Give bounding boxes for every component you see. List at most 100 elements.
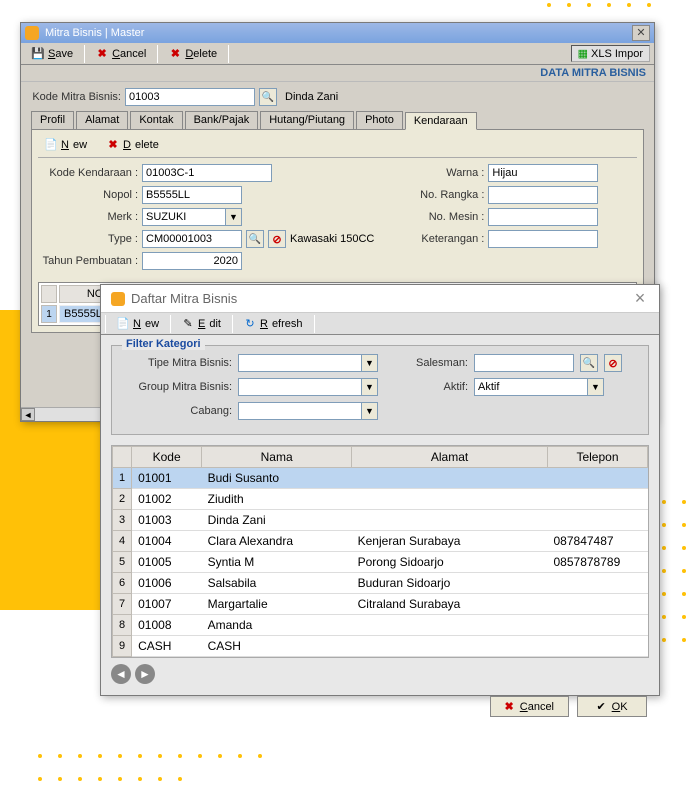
group-label: Group Mitra Bisnis: bbox=[122, 381, 232, 393]
tipe-combo[interactable]: ▼ bbox=[238, 354, 378, 372]
no-rangka-label: No. Rangka : bbox=[404, 189, 484, 201]
tahun-label: Tahun Pembuatan : bbox=[38, 255, 138, 267]
tab-profil[interactable]: Profil bbox=[31, 111, 74, 129]
dlg-new-button[interactable]: 📄New bbox=[110, 315, 166, 333]
kode-kendaraan-label: Kode Kendaraan : bbox=[38, 167, 138, 179]
main-toolbar: 💾Save ✖Cancel ✖Delete ▦XLS Impor bbox=[21, 43, 654, 65]
daftar-mitra-dialog: Daftar Mitra Bisnis × 📄New ✎Edit ↻Refres… bbox=[100, 284, 660, 696]
grid-row[interactable]: 101001Budi Susanto bbox=[113, 468, 648, 489]
col-nama[interactable]: Nama bbox=[202, 447, 352, 468]
warna-label: Warna : bbox=[404, 167, 484, 179]
type-label: Type : bbox=[38, 233, 138, 245]
type-input[interactable] bbox=[142, 230, 242, 248]
grid-row[interactable]: 9CASHCASH bbox=[113, 636, 648, 657]
chevron-down-icon: ▼ bbox=[361, 379, 377, 395]
dlg-edit-button[interactable]: ✎Edit bbox=[175, 315, 228, 333]
dialog-title: Daftar Mitra Bisnis bbox=[131, 291, 237, 306]
salesman-lookup-button[interactable]: 🔍 bbox=[580, 354, 598, 372]
no-rangka-input[interactable] bbox=[488, 186, 598, 204]
dlg-refresh-button[interactable]: ↻Refresh bbox=[237, 315, 310, 333]
grid-row[interactable]: 201002Ziudith bbox=[113, 489, 648, 510]
chevron-down-icon: ▼ bbox=[587, 379, 603, 395]
col-alamat[interactable]: Alamat bbox=[352, 447, 548, 468]
keterangan-label: Keterangan : bbox=[404, 233, 484, 245]
grid-row[interactable]: 701007MargartalieCitraland Surabaya bbox=[113, 594, 648, 615]
window-title: Mitra Bisnis | Master bbox=[45, 27, 144, 39]
filter-legend: Filter Kategori bbox=[122, 338, 205, 350]
nopol-input[interactable] bbox=[142, 186, 242, 204]
tab-hutangpiutang[interactable]: Hutang/Piutang bbox=[260, 111, 354, 129]
dlg-ok-button[interactable]: ✔OK bbox=[577, 696, 647, 717]
chevron-down-icon: ▼ bbox=[225, 209, 241, 225]
tab-alamat[interactable]: Alamat bbox=[76, 111, 128, 129]
close-button[interactable]: ✕ bbox=[632, 25, 650, 41]
tab-kendaraan[interactable]: Kendaraan bbox=[405, 112, 477, 130]
kode-kendaraan-input[interactable] bbox=[142, 164, 272, 182]
tab-photo[interactable]: Photo bbox=[356, 111, 403, 129]
tab-strip: ProfilAlamatKontakBank/PajakHutang/Piuta… bbox=[31, 111, 644, 130]
grid-row[interactable]: 501005Syntia MPorong Sidoarjo0857878789 bbox=[113, 552, 648, 573]
scroll-left-button[interactable]: ◄ bbox=[21, 408, 35, 421]
warna-input[interactable] bbox=[488, 164, 598, 182]
dialog-titlebar[interactable]: Daftar Mitra Bisnis × bbox=[101, 285, 659, 313]
col-telepon[interactable]: Telepon bbox=[548, 447, 648, 468]
delete-icon: ✖ bbox=[107, 139, 119, 151]
tab-bankpajak[interactable]: Bank/Pajak bbox=[185, 111, 259, 129]
nopol-label: Nopol : bbox=[38, 189, 138, 201]
delete-button[interactable]: ✖Delete bbox=[162, 45, 224, 63]
kode-mitra-input[interactable] bbox=[125, 88, 255, 106]
aktif-combo[interactable]: Aktif▼ bbox=[474, 378, 604, 396]
new-icon: 📄 bbox=[45, 139, 57, 151]
tipe-label: Tipe Mitra Bisnis: bbox=[122, 357, 232, 369]
grid-row[interactable]: 801008Amanda bbox=[113, 615, 648, 636]
tab-kontak[interactable]: Kontak bbox=[130, 111, 182, 129]
dlg-cancel-button[interactable]: ✖Cancel bbox=[490, 696, 569, 717]
app-icon bbox=[25, 26, 39, 40]
type-clear-button[interactable]: ⊘ bbox=[268, 230, 286, 248]
chevron-down-icon: ▼ bbox=[361, 403, 377, 419]
xls-import-button[interactable]: ▦XLS Impor bbox=[571, 45, 650, 62]
delete-row-button[interactable]: ✖Delete bbox=[100, 136, 166, 154]
delete-icon: ✖ bbox=[169, 48, 181, 60]
merk-combo[interactable]: SUZUKI▼ bbox=[142, 208, 242, 226]
cancel-icon: ✖ bbox=[505, 700, 514, 713]
filter-panel: Filter Kategori Tipe Mitra Bisnis:▼ Grou… bbox=[111, 345, 649, 435]
salesman-label: Salesman: bbox=[408, 357, 468, 369]
merk-label: Merk : bbox=[38, 211, 138, 223]
prev-button[interactable]: ◄ bbox=[111, 664, 131, 684]
cancel-icon: ✖ bbox=[96, 48, 108, 60]
keterangan-input[interactable] bbox=[488, 230, 598, 248]
salesman-input[interactable] bbox=[474, 354, 574, 372]
dialog-close-button[interactable]: × bbox=[631, 291, 649, 307]
grid-row[interactable]: 301003Dinda Zani bbox=[113, 510, 648, 531]
mitra-grid[interactable]: Kode Nama Alamat Telepon 101001Budi Susa… bbox=[111, 445, 649, 658]
grid-navigation: ◄ ► bbox=[111, 664, 649, 684]
save-button[interactable]: 💾Save bbox=[25, 45, 80, 63]
salesman-clear-button[interactable]: ⊘ bbox=[604, 354, 622, 372]
excel-icon: ▦ bbox=[578, 47, 588, 60]
decorative-dots bbox=[30, 746, 280, 792]
type-lookup-button[interactable]: 🔍 bbox=[246, 230, 264, 248]
lookup-button[interactable]: 🔍 bbox=[259, 88, 277, 106]
new-button[interactable]: 📄New bbox=[38, 136, 94, 154]
section-header: DATA MITRA BISNIS bbox=[21, 65, 654, 82]
chevron-down-icon: ▼ bbox=[361, 355, 377, 371]
new-icon: 📄 bbox=[117, 318, 129, 330]
decorative-dots bbox=[654, 492, 694, 732]
grid-row[interactable]: 401004Clara AlexandraKenjeran Surabaya08… bbox=[113, 531, 648, 552]
col-kode[interactable]: Kode bbox=[132, 447, 202, 468]
cabang-label: Cabang: bbox=[122, 405, 232, 417]
grid-row[interactable]: 601006SalsabilaBuduran Sidoarjo bbox=[113, 573, 648, 594]
cancel-button[interactable]: ✖Cancel bbox=[89, 45, 153, 63]
tahun-input[interactable] bbox=[142, 252, 242, 270]
check-icon: ✔ bbox=[596, 700, 605, 713]
no-mesin-input[interactable] bbox=[488, 208, 598, 226]
cabang-combo[interactable]: ▼ bbox=[238, 402, 378, 420]
app-icon bbox=[111, 292, 125, 306]
titlebar[interactable]: Mitra Bisnis | Master ✕ bbox=[21, 23, 654, 43]
kode-mitra-name: Dinda Zani bbox=[285, 91, 338, 103]
refresh-icon: ↻ bbox=[244, 318, 256, 330]
next-button[interactable]: ► bbox=[135, 664, 155, 684]
group-combo[interactable]: ▼ bbox=[238, 378, 378, 396]
type-desc: Kawasaki 150CC bbox=[290, 233, 374, 245]
